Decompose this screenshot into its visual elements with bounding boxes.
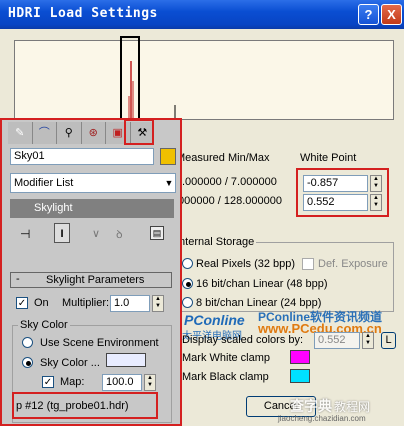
rollout-minus: - — [16, 273, 20, 285]
linear8-radio[interactable] — [182, 297, 193, 308]
configure-sets-icon[interactable]: ▤ — [150, 226, 164, 240]
on-checkbox[interactable]: ✓ — [16, 297, 28, 309]
window-title: HDRI Load Settings — [8, 6, 158, 21]
sky-color-label: Sky Color ... — [40, 357, 100, 369]
modify-tab-icon[interactable]: ⌒ — [33, 122, 57, 144]
mark-black-label: Mark Black clamp — [182, 371, 269, 383]
white-point-input-2[interactable]: 0.552 — [303, 194, 368, 211]
real-pixels-radio[interactable] — [182, 258, 193, 269]
tab-highlight — [124, 119, 154, 145]
mark-white-label: Mark White clamp — [182, 352, 271, 364]
chevron-down-icon[interactable]: ▼ — [162, 174, 176, 192]
map-checkbox[interactable]: ✓ — [42, 376, 54, 388]
map-amount-spinner[interactable]: ▲ ▼ — [144, 374, 156, 391]
sky-color-radio[interactable] — [22, 357, 33, 368]
sky-color-swatch[interactable] — [106, 353, 146, 367]
mark-black-swatch[interactable] — [290, 369, 310, 383]
watermark-url-2: jiaocheng.chazidian.com — [278, 414, 366, 423]
modifier-list-dropdown[interactable]: Modifier List — [10, 173, 176, 193]
sky-color-group-label: Sky Color — [18, 319, 70, 331]
def-exposure-label: Def. Exposure — [318, 258, 388, 270]
linear16-label: 16 bit/chan Linear (48 bpp) — [196, 278, 328, 290]
histogram-display[interactable] — [14, 40, 394, 120]
white-point-spinner-1[interactable]: ▲ ▼ — [370, 175, 382, 192]
show-end-result-icon[interactable]: I — [54, 223, 70, 243]
display-scaled-input[interactable]: 0.552 — [314, 332, 360, 349]
measured-label: Measured Min/Max — [176, 152, 270, 164]
watermark-pconline: PConline — [184, 312, 245, 328]
display-scaled-spinner[interactable]: ▲ ▼ — [362, 332, 374, 349]
close-button[interactable]: X — [381, 4, 402, 25]
mark-white-swatch[interactable] — [290, 350, 310, 364]
def-exposure-checkbox[interactable] — [302, 258, 314, 270]
hierarchy-tab-icon[interactable]: ⚲ — [57, 122, 82, 144]
real-pixels-label: Real Pixels (32 bpp) — [196, 258, 296, 270]
l-button[interactable]: L — [381, 332, 396, 349]
modifier-stack-item[interactable]: Skylight — [10, 199, 174, 218]
histogram-graph — [128, 61, 176, 119]
object-color-swatch[interactable] — [160, 148, 176, 165]
multiplier-input[interactable]: 1.0 — [110, 295, 150, 312]
histogram-highlight — [120, 36, 140, 120]
map-amount-input[interactable]: 100.0 — [102, 374, 142, 391]
map-label: Map: — [60, 376, 85, 388]
white-point-input-1[interactable]: -0.857 — [303, 175, 368, 192]
rollout-title: Skylight Parameters — [46, 274, 145, 286]
multiplier-spinner[interactable]: ▲ ▼ — [152, 295, 164, 312]
help-button[interactable]: ? — [358, 4, 379, 25]
display-scaled-label: Display scaled colors by: — [182, 334, 304, 346]
use-scene-env-radio[interactable] — [22, 337, 33, 348]
measured-min-max: .000000 / 7.000000 — [182, 176, 277, 188]
measured-min-max-2: 000000 / 128.000000 — [178, 195, 282, 207]
object-name-input[interactable]: Sky01 — [10, 148, 154, 165]
on-label: On — [34, 297, 49, 309]
map-button[interactable]: p #12 (tg_probe01.hdr) — [16, 400, 129, 412]
white-point-spinner-2[interactable]: ▲ ▼ — [370, 194, 382, 211]
use-scene-env-label: Use Scene Environment — [40, 337, 159, 349]
remove-modifier-icon[interactable]: ꝺ — [116, 227, 123, 242]
motion-tab-icon[interactable]: ⊛ — [82, 122, 106, 144]
internal-storage-label: Internal Storage — [176, 236, 257, 248]
create-tab-icon[interactable]: ✎ — [8, 122, 33, 144]
pin-stack-icon[interactable]: ⊣ — [20, 227, 30, 241]
make-unique-icon[interactable]: ∨ — [92, 227, 100, 240]
white-point-label: White Point — [300, 152, 357, 164]
watermark-chazidian: 查字典 — [290, 398, 332, 414]
multiplier-label: Multiplier: — [62, 297, 110, 309]
linear16-radio[interactable] — [182, 278, 193, 289]
watermark-jiaocheng: 教程网 — [334, 400, 371, 414]
